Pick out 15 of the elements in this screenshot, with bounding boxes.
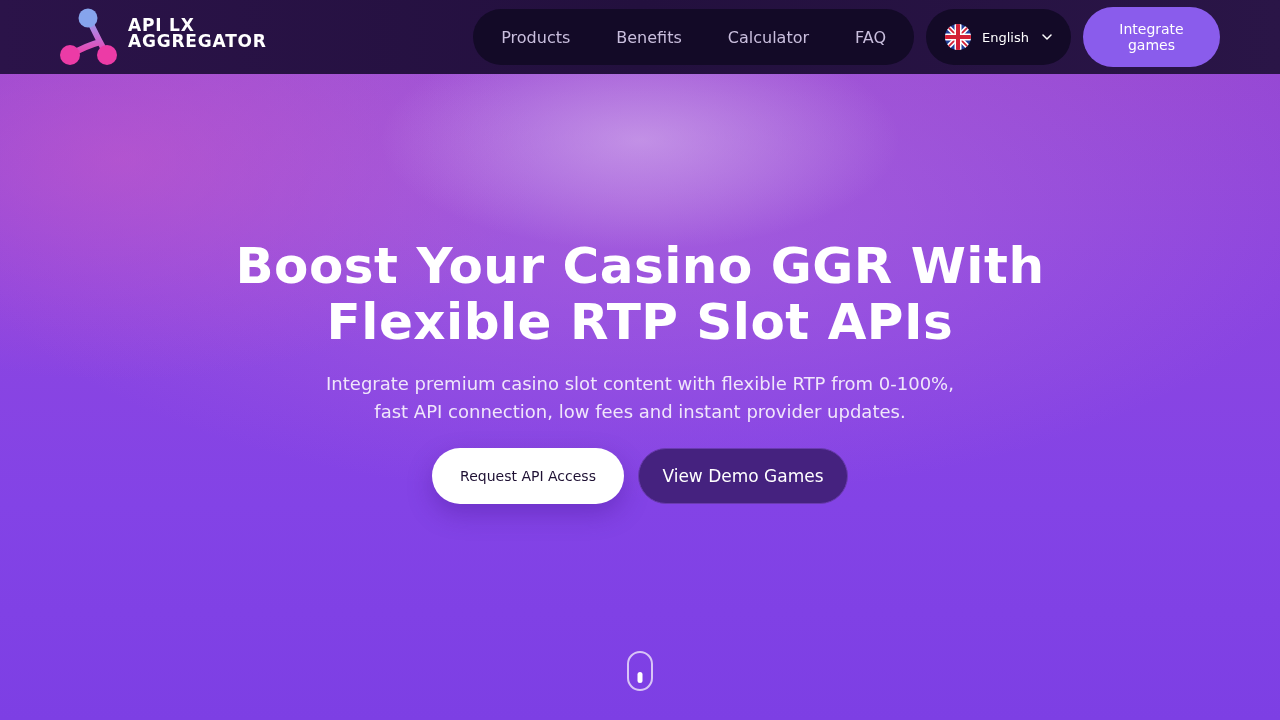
hero-subtitle: Integrate premium casino slot content with flexible RTP from 0-100%, fast API connection, low fees and instant provider updates. [326, 372, 954, 424]
request-access-button[interactable]: Request API Access [432, 448, 624, 504]
integrate-games-button[interactable]: Integrate games [1083, 7, 1220, 67]
nav-link[interactable]: Benefits [616, 27, 682, 47]
demo-games-button[interactable]: View Demo Games [638, 448, 848, 504]
language-selector[interactable]: English [926, 9, 1071, 65]
logo-wordmark[interactable]: API LX AGGREGATOR [128, 17, 267, 49]
uk-flag-icon [945, 24, 972, 50]
scroll-mouse-icon [627, 651, 653, 691]
hero-title: Boost Your Casino GGR With Flexible RTP Slot APIs [235, 238, 1045, 350]
nav-link[interactable]: Products [501, 27, 571, 47]
molecule-logo-icon [60, 8, 120, 66]
nav-link[interactable]: Calculator [727, 27, 810, 47]
chevron-down-icon [1042, 34, 1052, 40]
nav-link[interactable]: FAQ [855, 27, 887, 47]
